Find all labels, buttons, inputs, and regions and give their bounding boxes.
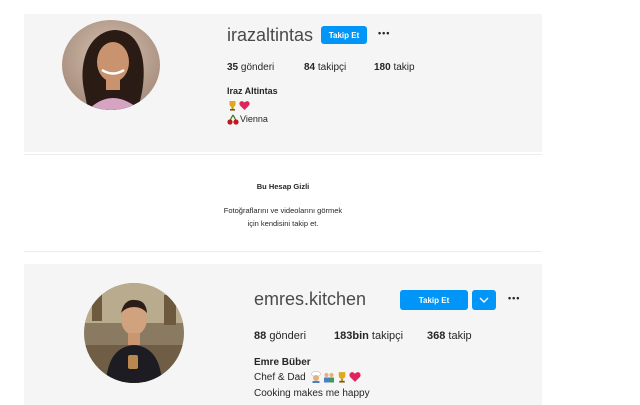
profile-header-emres-kitchen: emres.kitchen Takip Et ••• 88 gönderi 18…	[24, 264, 542, 405]
profile-username: irazaltintas	[227, 25, 314, 45]
bio-location: Vienna	[240, 114, 268, 124]
followers-count[interactable]: 84 takipçi	[304, 62, 346, 73]
bio-line-2: Cooking makes me happy	[254, 388, 370, 399]
full-name: Iraz Altintas	[227, 86, 278, 96]
posts-label: gönderi	[240, 62, 275, 73]
chevron-down-icon	[479, 297, 489, 303]
trophy-icon	[338, 372, 345, 383]
profile-photo-man-icon	[84, 283, 184, 383]
full-name: Emre Büber	[254, 357, 311, 368]
cherries-icon	[227, 114, 239, 125]
private-account-notice: Bu Hesap Gizli Fotoğraflarını ve videola…	[24, 154, 542, 252]
following-value: 180	[374, 62, 391, 73]
profile-avatar[interactable]	[84, 283, 184, 383]
profile-header-irazaltintas: irazaltintas Takip Et ••• 35 gönderi 84 …	[24, 14, 542, 152]
profile-avatar[interactable]	[62, 20, 160, 110]
posts-label: gönderi	[269, 330, 307, 342]
follow-button[interactable]: Takip Et	[400, 290, 468, 310]
posts-count[interactable]: 35 gönderi	[227, 62, 274, 73]
following-value: 368	[427, 330, 446, 342]
suggested-accounts-dropdown-button[interactable]	[472, 290, 496, 310]
follow-button-label: Takip Et	[418, 295, 450, 305]
followers-label: takipçi	[371, 330, 404, 342]
profile-username: emres.kitchen	[254, 289, 367, 309]
posts-value: 88	[254, 330, 267, 342]
private-account-description: Fotoğraflarını ve videolarını görmek içi…	[24, 204, 542, 230]
family-icon	[323, 373, 334, 383]
chef-icon	[310, 371, 321, 383]
more-options-button[interactable]: •••	[378, 28, 390, 38]
bio-line-1: Chef & Dad	[254, 370, 361, 384]
bio-location-line: Vienna	[227, 113, 268, 125]
following-count[interactable]: 180 takip	[374, 62, 415, 73]
more-options-button[interactable]: •••	[508, 293, 520, 303]
private-account-line2: için kendisini takip et.	[247, 219, 319, 228]
bio-text-chef-dad: Chef & Dad	[254, 371, 306, 383]
followers-label: takipçi	[317, 62, 347, 73]
posts-count[interactable]: 88 gönderi	[254, 330, 306, 342]
following-count[interactable]: 368 takip	[427, 330, 472, 342]
followers-count[interactable]: 183bin takipçi	[334, 330, 403, 342]
trophy-icon	[229, 100, 236, 111]
private-account-line1: Fotoğraflarını ve videolarını görmek	[223, 206, 343, 215]
followers-value: 183bin	[334, 330, 369, 342]
heart-icon	[239, 100, 250, 110]
following-label: takip	[448, 330, 472, 342]
posts-value: 35	[227, 62, 239, 73]
heart-icon	[349, 372, 361, 382]
bio-emoji-line	[227, 99, 250, 111]
profile-photo-woman-icon	[62, 20, 160, 110]
following-label: takip	[393, 62, 415, 73]
private-account-title: Bu Hesap Gizli	[256, 182, 310, 191]
follow-button[interactable]: Takip Et	[321, 26, 367, 44]
follow-button-label: Takip Et	[328, 30, 360, 40]
followers-value: 84	[304, 62, 316, 73]
